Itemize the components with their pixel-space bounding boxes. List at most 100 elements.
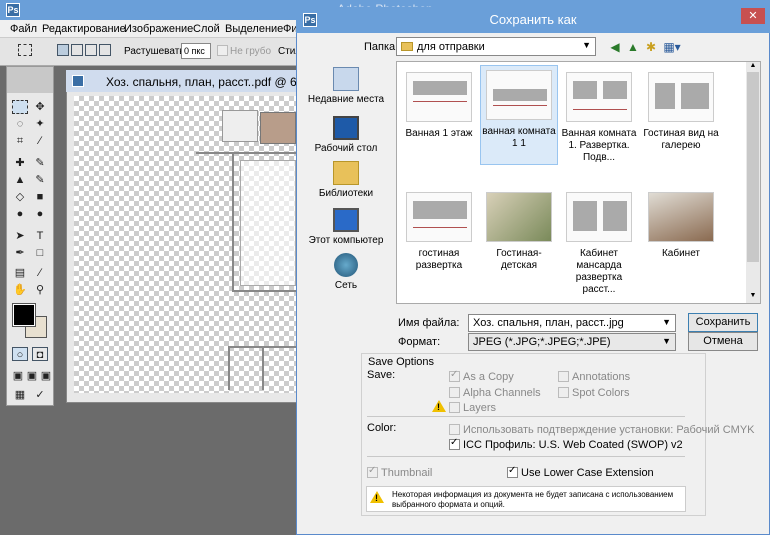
- place-recent[interactable]: Недавние места: [305, 67, 387, 105]
- intersect-selection-icon[interactable]: [99, 44, 111, 56]
- gradient-tool-icon[interactable]: ■: [32, 190, 48, 204]
- chevron-down-icon[interactable]: ▼: [662, 317, 671, 327]
- file-item[interactable]: Ванная 1 этаж: [400, 68, 478, 140]
- scroll-down-icon[interactable]: ▼: [747, 292, 759, 302]
- lasso-tool-icon[interactable]: ◌: [12, 117, 28, 131]
- scroll-up-icon[interactable]: ▲: [747, 62, 759, 72]
- quickmask-mode-icon[interactable]: ◘: [32, 347, 48, 361]
- file-thumbnail: [406, 192, 472, 242]
- file-thumbnail: [486, 70, 552, 120]
- antialias-checkbox[interactable]: [217, 45, 228, 56]
- place-desktop[interactable]: Рабочий стол: [305, 116, 387, 154]
- dodge-tool-icon[interactable]: ●: [32, 207, 48, 221]
- crop-tool-icon[interactable]: ⌗: [12, 134, 28, 148]
- place-computer[interactable]: Этот компьютер: [305, 208, 387, 246]
- lowercase-extension-checkbox[interactable]: [507, 465, 518, 478]
- foreground-color-swatch[interactable]: [12, 303, 36, 327]
- screen-mode-3-icon[interactable]: ▣: [38, 369, 54, 383]
- place-libraries[interactable]: Библиотеки: [305, 161, 387, 199]
- hand-tool-icon[interactable]: ✋: [12, 283, 28, 297]
- layers-label: Layers: [463, 402, 497, 414]
- close-button[interactable]: ✕: [741, 8, 765, 24]
- menu-edit[interactable]: Редактирование: [42, 23, 126, 35]
- slice-tool-icon[interactable]: ∕: [32, 134, 48, 148]
- spot-colors-label: Spot Colors: [572, 387, 630, 399]
- save-label: Save:: [367, 369, 396, 381]
- chevron-down-icon[interactable]: ▼: [662, 336, 671, 346]
- marquee-option-icon[interactable]: [18, 44, 32, 56]
- menu-layer[interactable]: Слой: [193, 23, 220, 35]
- place-network[interactable]: Сеть: [305, 253, 387, 291]
- folder-label: Папка:: [364, 41, 399, 53]
- divider: [367, 456, 685, 457]
- place-network-label: Сеть: [334, 280, 358, 291]
- zoom-tool-icon[interactable]: ⚲: [32, 283, 48, 297]
- alpha-channels-label: Alpha Channels: [463, 387, 541, 399]
- network-globe-icon: [334, 253, 358, 277]
- file-item[interactable]: Ванная комната 1. Развертка. Подв...: [560, 68, 638, 164]
- tools-palette-header: [7, 67, 53, 93]
- document-titlebar[interactable]: Хоз. спальня, план, расст..pdf @ 66: [66, 70, 303, 92]
- path-select-tool-icon[interactable]: ➤: [12, 229, 28, 243]
- file-thumbnail: [406, 72, 472, 122]
- file-item[interactable]: Гостиная-детская: [480, 188, 558, 272]
- save-options-header: Save Options: [366, 356, 437, 368]
- history-brush-tool-icon[interactable]: ✎: [32, 173, 48, 187]
- format-select[interactable]: JPEG (*.JPG;*.JPEG;*.JPE) ▼: [468, 333, 676, 351]
- file-item-label: ванная комната 1 1: [482, 126, 556, 149]
- standard-mode-icon[interactable]: ○: [12, 347, 28, 361]
- shape-tool-icon[interactable]: □: [32, 246, 48, 260]
- thumbnail-label: Thumbnail: [381, 467, 433, 479]
- recent-places-icon: [333, 67, 359, 91]
- file-item[interactable]: Гостиная вид на галерею: [642, 68, 720, 152]
- magic-wand-tool-icon[interactable]: ✦: [32, 117, 48, 131]
- clone-stamp-tool-icon[interactable]: ▲: [12, 173, 28, 187]
- thumbnail-checkbox[interactable]: [367, 465, 378, 478]
- place-libraries-label: Библиотеки: [318, 188, 374, 199]
- blur-tool-icon[interactable]: ●: [12, 207, 28, 221]
- annotations-checkbox[interactable]: [558, 371, 569, 382]
- file-item-label: Кабинет мансарда развертка расст...: [575, 248, 623, 295]
- back-icon[interactable]: ◀: [607, 39, 623, 55]
- folder-dropdown[interactable]: для отправки ▼: [396, 37, 596, 56]
- menu-file[interactable]: Файл: [10, 23, 37, 35]
- format-label: Формат:: [398, 336, 441, 348]
- lowercase-extension-label: Use Lower Case Extension: [521, 467, 654, 479]
- spot-colors-checkbox[interactable]: [558, 387, 569, 398]
- subtract-selection-icon[interactable]: [85, 44, 97, 56]
- cancel-button[interactable]: Отмена: [688, 332, 758, 351]
- menu-select[interactable]: Выделение: [225, 23, 283, 35]
- scrollbar-thumb[interactable]: [747, 72, 759, 262]
- add-selection-icon[interactable]: [71, 44, 83, 56]
- eraser-tool-icon[interactable]: ◇: [12, 190, 28, 204]
- save-button[interactable]: Сохранить: [688, 313, 758, 332]
- jump-icon[interactable]: ✓: [32, 388, 48, 402]
- rect-marquee-tool-icon[interactable]: [12, 100, 28, 114]
- up-folder-icon[interactable]: ▲: [625, 39, 641, 55]
- type-tool-icon[interactable]: T: [32, 229, 48, 243]
- as-copy-checkbox[interactable]: [449, 369, 460, 382]
- file-item[interactable]: Кабинет мансарда развертка расст...: [560, 188, 638, 296]
- file-item[interactable]: гостиная развертка: [400, 188, 478, 272]
- icc-profile-checkbox[interactable]: [449, 437, 460, 450]
- pen-tool-icon[interactable]: ✒: [12, 246, 28, 260]
- alpha-channels-checkbox[interactable]: [449, 387, 460, 398]
- healing-brush-tool-icon[interactable]: ✚: [12, 156, 28, 170]
- menu-image[interactable]: Изображение: [124, 23, 193, 35]
- file-item[interactable]: Кабинет: [642, 188, 720, 260]
- file-item[interactable]: ванная комната 1 1: [480, 65, 558, 165]
- feather-input[interactable]: 0 пкс: [181, 43, 211, 59]
- format-value: JPEG (*.JPG;*.JPEG;*.JPE): [473, 336, 611, 348]
- brush-tool-icon[interactable]: ✎: [32, 156, 48, 170]
- notes-tool-icon[interactable]: ▤: [12, 266, 28, 280]
- layers-checkbox[interactable]: [449, 402, 460, 413]
- new-selection-icon[interactable]: [57, 44, 69, 56]
- warning-mark: !: [437, 402, 440, 412]
- move-tool-icon[interactable]: ✥: [32, 100, 48, 114]
- jump-to-imageready-icon[interactable]: ▦: [12, 388, 28, 402]
- new-folder-icon[interactable]: ✱: [643, 39, 659, 55]
- proof-setup-checkbox[interactable]: [449, 424, 460, 435]
- eyedropper-tool-icon[interactable]: ∕: [32, 266, 48, 280]
- view-menu-icon[interactable]: ▦▾: [662, 39, 682, 55]
- filename-input[interactable]: Хоз. спальня, план, расст..jpg ▼: [468, 314, 676, 332]
